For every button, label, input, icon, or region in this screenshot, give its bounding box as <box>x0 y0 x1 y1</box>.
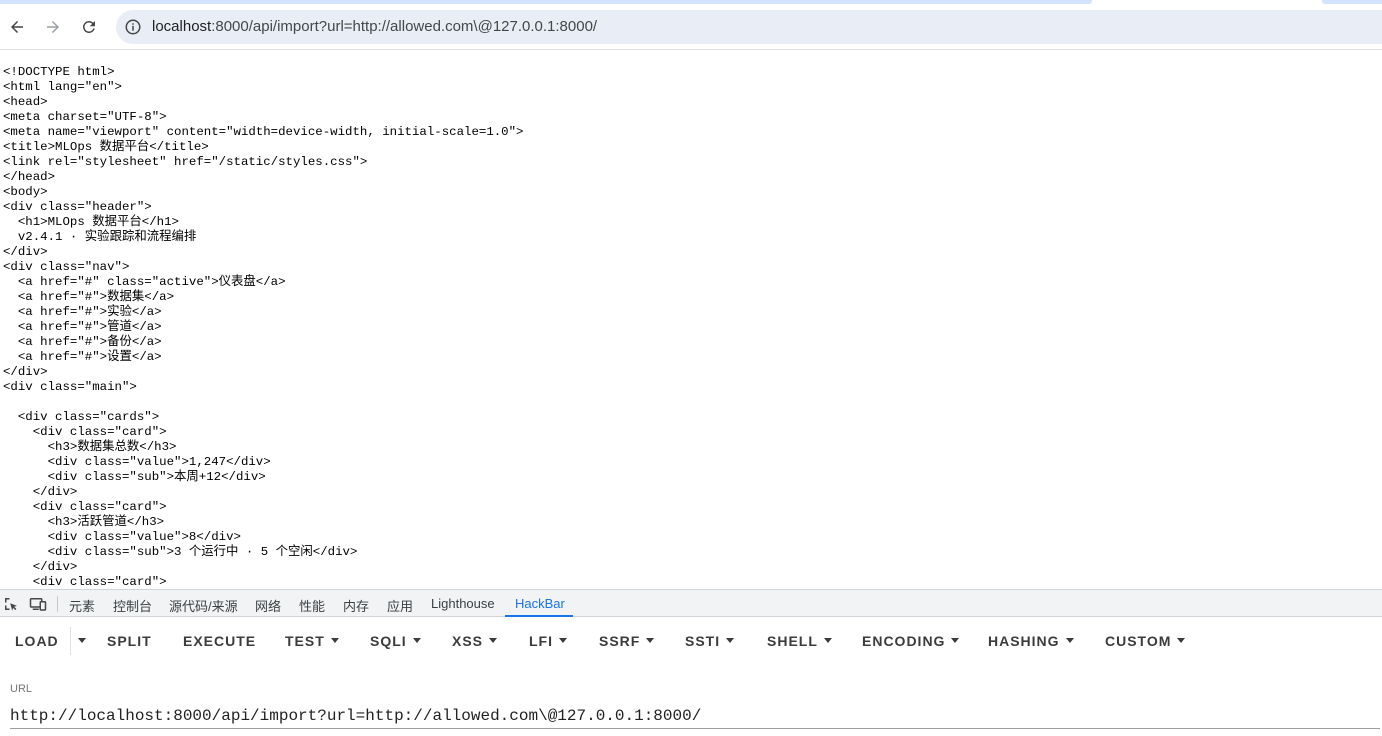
site-info-icon[interactable] <box>124 18 142 36</box>
chevron-down-icon <box>489 637 498 643</box>
page-source-text: <!DOCTYPE html> <html lang="en"> <head> … <box>3 65 524 589</box>
ssrf-menu-button[interactable]: SSRF <box>599 633 655 649</box>
chevron-down-icon <box>823 637 832 643</box>
tab-performance[interactable]: 性能 <box>299 596 325 615</box>
chevron-down-icon <box>559 637 567 643</box>
split-button[interactable]: SPLIT <box>107 633 152 649</box>
tab-console[interactable]: 控制台 <box>113 596 152 615</box>
xss-menu-button[interactable]: XSS <box>452 633 498 649</box>
arrow-left-icon <box>11 21 23 33</box>
url-field-label: URL <box>10 683 33 695</box>
test-menu-button[interactable]: TEST <box>285 633 339 649</box>
device-toolbar-icon[interactable] <box>29 595 47 613</box>
load-dropdown-button[interactable] <box>72 633 86 649</box>
test-menu-label: TEST <box>285 633 325 649</box>
inspect-element-icon[interactable] <box>2 595 20 613</box>
tab-application[interactable]: 应用 <box>387 596 413 615</box>
chevron-down-icon <box>951 637 960 643</box>
hashing-menu-button[interactable]: HASHING <box>988 633 1074 649</box>
ssti-menu-button[interactable]: SSTI <box>685 633 735 649</box>
address-bar[interactable]: localhost:8000/api/import?url=http://all… <box>116 10 1382 44</box>
tab-network[interactable]: 网络 <box>255 596 281 615</box>
chevron-down-icon <box>330 637 339 643</box>
chevron-down-icon <box>412 637 421 643</box>
encoding-menu-label: ENCODING <box>862 633 946 649</box>
reload-icon <box>82 20 95 33</box>
sqli-menu-label: SQLI <box>370 633 407 649</box>
url-input[interactable] <box>10 703 1380 729</box>
execute-button[interactable]: EXECUTE <box>183 633 256 649</box>
chevron-down-icon <box>646 637 655 643</box>
back-button[interactable] <box>1 11 33 43</box>
load-split-divider <box>70 627 71 655</box>
devtools-separator <box>57 596 58 612</box>
chevron-down-icon <box>726 637 735 643</box>
tab-elements[interactable]: 元素 <box>69 596 95 615</box>
shell-menu-label: SHELL <box>767 633 818 649</box>
url-path: :8000/api/import?url=http://allowed.com\… <box>211 18 598 35</box>
lfi-menu-label: LFI <box>529 633 553 649</box>
tab-sources[interactable]: 源代码/来源 <box>169 596 238 615</box>
xss-menu-label: XSS <box>452 633 484 649</box>
url-host: localhost <box>152 18 212 35</box>
load-button-label: LOAD <box>15 633 59 649</box>
custom-menu-label: CUSTOM <box>1105 633 1172 649</box>
arrow-right-icon <box>47 21 59 33</box>
encoding-menu-button[interactable]: ENCODING <box>862 633 960 649</box>
sqli-menu-button[interactable]: SQLI <box>370 633 421 649</box>
address-bar-url[interactable]: localhost:8000/api/import?url=http://all… <box>152 18 597 35</box>
lfi-menu-button[interactable]: LFI <box>529 633 567 649</box>
reload-button[interactable] <box>73 11 105 43</box>
chevron-down-icon <box>1177 637 1186 643</box>
ssrf-menu-label: SSRF <box>599 633 641 649</box>
devtools-tab-bar: 元素 控制台 源代码/来源 网络 性能 内存 应用 Lighthouse Hac… <box>0 589 1382 617</box>
chevron-down-icon <box>1065 637 1074 643</box>
hackbar-panel: LOAD SPLIT EXECUTE TEST SQLI XSS LFI SSR… <box>0 617 1382 736</box>
page-content: <!DOCTYPE html> <html lang="en"> <head> … <box>0 51 1382 589</box>
custom-menu-button[interactable]: CUSTOM <box>1105 633 1186 649</box>
shell-menu-button[interactable]: SHELL <box>767 633 832 649</box>
tab-memory[interactable]: 内存 <box>343 596 369 615</box>
hashing-menu-label: HASHING <box>988 633 1060 649</box>
forward-button[interactable] <box>37 11 69 43</box>
ssti-menu-label: SSTI <box>685 633 721 649</box>
load-button[interactable]: LOAD <box>15 633 59 649</box>
browser-toolbar: localhost:8000/api/import?url=http://all… <box>0 4 1382 50</box>
tab-hackbar[interactable]: HackBar <box>515 596 565 611</box>
chevron-down-icon <box>78 637 86 643</box>
execute-button-label: EXECUTE <box>183 633 257 649</box>
split-button-label: SPLIT <box>107 633 152 649</box>
tab-lighthouse[interactable]: Lighthouse <box>431 596 495 611</box>
